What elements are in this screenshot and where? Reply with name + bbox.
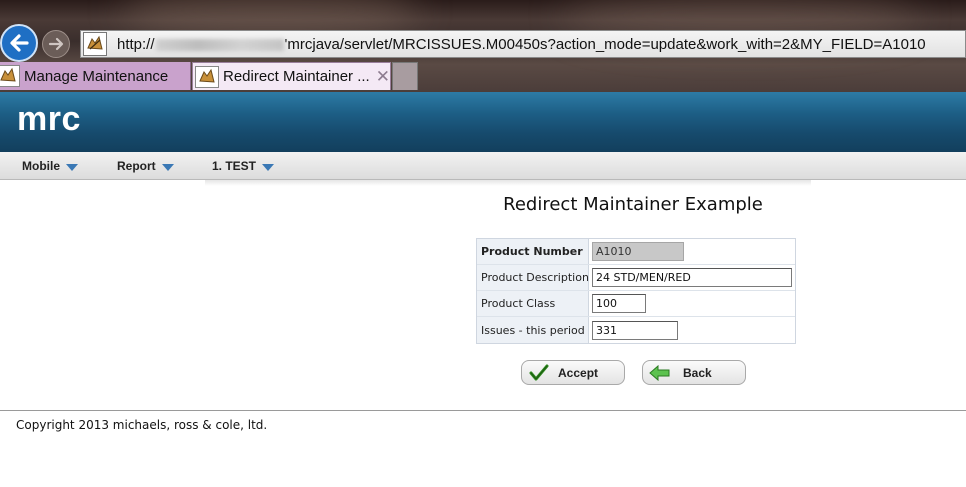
menu-item-mobile[interactable]: Mobile: [22, 152, 78, 180]
caret-down-icon: [262, 163, 275, 171]
maintenance-form: Product Number A1010 Product Description…: [476, 238, 796, 344]
back-button-label: Back: [683, 365, 712, 380]
field-cell: 24 STD/MEN/RED: [589, 265, 795, 290]
field-label: Issues - this period: [477, 317, 589, 343]
product-class-input[interactable]: 100: [592, 294, 646, 313]
menu-bar: Mobile Report 1. TEST: [0, 152, 966, 180]
browser-forward-button[interactable]: [42, 30, 70, 58]
menu-item-label: Report: [117, 159, 156, 173]
forward-arrow-icon: [48, 37, 64, 51]
app-logo-title: mrc: [17, 100, 81, 138]
favicon-icon: [0, 65, 20, 87]
footer-divider: [0, 410, 966, 411]
browser-back-button[interactable]: [0, 24, 38, 62]
field-cell: 331: [589, 317, 795, 343]
accept-button[interactable]: Accept: [521, 360, 625, 385]
menu-shadow: [205, 180, 811, 186]
back-arrow-icon: [10, 34, 29, 52]
address-url[interactable]: http:// 'mrcjava/servlet/MRCISSUES.M00450…: [117, 36, 926, 53]
form-row-product-class: Product Class 100: [477, 291, 795, 317]
tab-strip: Manage Maintenance Redirect Maintainer .…: [0, 62, 966, 90]
back-button[interactable]: Back: [642, 360, 746, 385]
field-label: Product Description: [477, 265, 589, 290]
page-title: Redirect Maintainer Example: [503, 194, 763, 215]
form-row-product-number: Product Number A1010: [477, 239, 795, 265]
tab-label: Redirect Maintainer ...: [223, 68, 370, 85]
browser-chrome: http:// 'mrcjava/servlet/MRCISSUES.M00450…: [0, 0, 966, 92]
copyright-text: Copyright 2013 michaels, ross & cole, lt…: [16, 418, 268, 432]
product-number-field: A1010: [592, 242, 684, 261]
product-description-input[interactable]: 24 STD/MEN/RED: [592, 268, 792, 287]
issues-this-period-input[interactable]: 331: [592, 320, 678, 340]
address-url-prefix: http://: [117, 35, 155, 53]
field-cell: A1010: [589, 239, 795, 264]
favicon-icon: [195, 65, 219, 88]
new-tab-button[interactable]: [392, 62, 418, 90]
tab-label: Manage Maintenance: [24, 67, 169, 85]
field-label: Product Number: [477, 239, 589, 264]
tab-redirect-maintainer[interactable]: Redirect Maintainer ... ✕: [192, 62, 391, 90]
address-url-path: 'mrcjava/servlet/MRCISSUES.M00450s?actio…: [284, 35, 926, 53]
menu-item-label: 1. TEST: [212, 159, 257, 173]
form-row-issues-this-period: Issues - this period 331: [477, 317, 795, 343]
redacted-host: [155, 38, 284, 51]
close-icon[interactable]: ✕: [376, 67, 390, 87]
caret-down-icon: [161, 163, 174, 171]
caret-down-icon: [66, 163, 78, 171]
field-cell: 100: [589, 291, 795, 316]
app-header: mrc: [0, 92, 966, 152]
address-bar[interactable]: http:// 'mrcjava/servlet/MRCISSUES.M00450…: [80, 30, 966, 58]
menu-item-label: Mobile: [22, 159, 60, 173]
menu-item-test[interactable]: 1. TEST: [212, 152, 275, 180]
form-row-product-description: Product Description 24 STD/MEN/RED: [477, 265, 795, 291]
field-label: Product Class: [477, 291, 589, 316]
tab-manage-maintenance[interactable]: Manage Maintenance: [0, 62, 191, 90]
checkmark-icon: [528, 364, 550, 382]
favicon-icon: [83, 32, 107, 56]
accept-button-label: Accept: [558, 365, 599, 380]
menu-item-report[interactable]: Report: [117, 152, 174, 180]
green-left-arrow-icon: [649, 364, 671, 382]
